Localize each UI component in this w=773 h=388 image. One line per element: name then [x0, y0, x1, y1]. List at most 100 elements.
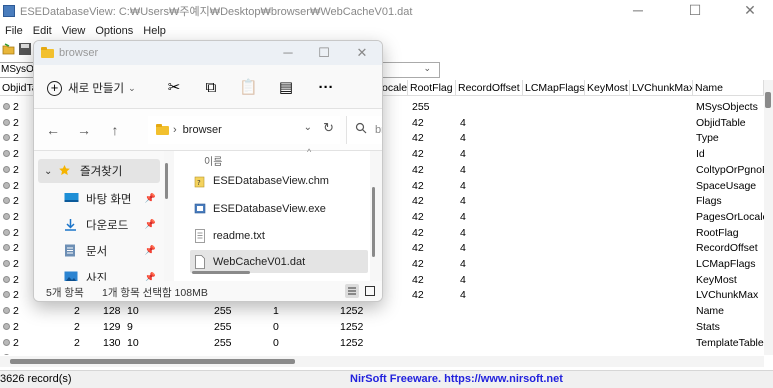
- maximize-button[interactable]: ☐: [672, 0, 718, 22]
- sidebar-item[interactable]: 문서 📌: [38, 239, 160, 263]
- cell-rootflag: 42: [412, 132, 424, 145]
- row-status-icon: [3, 260, 10, 267]
- file-name: ESEDatabaseView.exe: [213, 202, 326, 215]
- more-options-icon[interactable]: ···: [315, 79, 337, 97]
- copy-icon[interactable]: ⧉: [202, 79, 220, 97]
- cell-recordoffset: 4: [460, 132, 466, 145]
- cell-name: KeyMost: [696, 273, 737, 286]
- file-name: WebCacheV01.dat: [213, 255, 306, 268]
- vertical-scrollbar[interactable]: [764, 80, 773, 355]
- file-item[interactable]: WebCacheV01.dat: [190, 250, 368, 273]
- pin-icon[interactable]: 📌: [145, 219, 156, 230]
- explorer-tab[interactable]: browser: [34, 41, 294, 65]
- menu-edit[interactable]: Edit: [28, 23, 57, 39]
- document-icon: [64, 244, 82, 258]
- chevron-down-icon[interactable]: ⌄: [304, 122, 312, 133]
- search-placeholder: br: [375, 124, 382, 136]
- search-box[interactable]: br: [346, 116, 382, 144]
- nirsoft-link[interactable]: NirSoft Freeware. https://www.nirsoft.ne…: [350, 373, 563, 385]
- column-header[interactable]: ocale: [380, 80, 408, 96]
- close-button[interactable]: ✕: [727, 0, 773, 22]
- cell-objid: 2: [13, 132, 19, 145]
- cell-value: 1: [273, 305, 279, 318]
- cell-value: 1252: [340, 320, 364, 333]
- file-item[interactable]: readme.txt: [190, 224, 368, 247]
- save-icon[interactable]: [18, 42, 32, 56]
- row-status-icon: [3, 118, 10, 126]
- back-arrow-icon[interactable]: ←: [43, 121, 63, 139]
- cell-value: 129: [103, 320, 121, 333]
- column-header[interactable]: Name: [693, 80, 764, 96]
- explorer-title-bar: browser ─ ☐ ✕: [34, 41, 382, 65]
- row-status-icon: [3, 197, 10, 205]
- minimize-button[interactable]: ─: [615, 0, 661, 22]
- chevron-down-icon[interactable]: ⌄: [423, 63, 431, 74]
- sidebar-item[interactable]: ⌄ 즐겨찾기: [38, 159, 160, 183]
- column-header[interactable]: RecordOffset: [456, 80, 523, 96]
- cell-recordoffset: 4: [460, 148, 466, 161]
- address-bar[interactable]: › browser ⌄ ↻: [148, 116, 340, 144]
- menu-help[interactable]: Help: [138, 23, 171, 39]
- explorer-maximize-button[interactable]: ☐: [306, 43, 342, 63]
- cut-icon[interactable]: ✂: [165, 79, 183, 97]
- cell-recordoffset: 4: [460, 116, 466, 129]
- explorer-close-button[interactable]: ✕: [344, 43, 380, 63]
- menu-view[interactable]: View: [57, 23, 91, 39]
- file-list-horizontal-scrollbar[interactable]: [192, 271, 250, 274]
- details-view-icon[interactable]: [345, 284, 359, 298]
- sidebar-item[interactable]: 바탕 화면 📌: [38, 187, 160, 211]
- column-header[interactable]: RootFlag: [408, 80, 456, 96]
- row-status-icon: [3, 228, 10, 236]
- column-header[interactable]: LVChunkMax: [630, 80, 693, 96]
- star-icon: [58, 164, 76, 178]
- cell-value: 10: [127, 305, 139, 318]
- row-status-icon: [3, 181, 10, 189]
- cell-name: LCMapFlags: [696, 258, 756, 270]
- refresh-icon[interactable]: ↻: [323, 120, 334, 136]
- cell-objid: 2: [13, 336, 19, 349]
- cell-value: 10: [127, 336, 139, 349]
- vertical-scroll-thumb[interactable]: [765, 92, 771, 108]
- up-arrow-icon[interactable]: ↑: [105, 121, 125, 139]
- tiles-view-icon[interactable]: [363, 284, 377, 298]
- new-button[interactable]: + 새로 만들기 ⌄: [47, 77, 136, 99]
- column-header[interactable]: LCMapFlags: [523, 80, 585, 96]
- folder-icon: [156, 123, 169, 135]
- cell-value: 9: [127, 320, 133, 333]
- cell-value: 255: [214, 336, 232, 349]
- cell-rootflag: 42: [412, 116, 424, 129]
- column-header-name[interactable]: 이름: [204, 153, 222, 168]
- cell-rootflag: 42: [412, 289, 424, 302]
- forward-arrow-icon[interactable]: →: [74, 121, 94, 139]
- explorer-minimize-button[interactable]: ─: [270, 43, 306, 63]
- cell-name: RootFlag: [696, 226, 739, 239]
- paste-icon[interactable]: 📋: [239, 79, 258, 97]
- menu-file[interactable]: File: [0, 23, 28, 39]
- rename-icon[interactable]: ▤: [277, 79, 295, 97]
- file-list-vertical-scrollbar[interactable]: [372, 187, 375, 257]
- cell-value: 0: [273, 336, 279, 349]
- menu-options[interactable]: Options: [90, 23, 138, 39]
- window-title: ESEDatabaseView: C:₩Users₩주예지₩Desktop₩br…: [20, 6, 413, 18]
- cell-name: LVChunkMax: [696, 289, 759, 302]
- cell-name: ColtypOrPgnoF: [696, 163, 764, 176]
- menu-bar: File Edit View Options Help: [0, 23, 171, 39]
- file-name: ESEDatabaseView.chm: [213, 174, 329, 187]
- status-bar: 3626 record(s) NirSoft Freeware. https:/…: [0, 370, 773, 388]
- cell-value: 0: [273, 320, 279, 333]
- navigation-bar: ← → ↑ › browser ⌄ ↻ br: [34, 109, 382, 151]
- pin-icon[interactable]: 📌: [145, 245, 156, 256]
- open-folder-icon[interactable]: [2, 42, 16, 56]
- horizontal-scrollbar[interactable]: [0, 356, 764, 367]
- breadcrumb-browser[interactable]: browser: [183, 124, 222, 136]
- file-item[interactable]: ESEDatabaseView.exe: [190, 197, 368, 220]
- pin-icon[interactable]: 📌: [145, 193, 156, 204]
- horizontal-scroll-thumb[interactable]: [10, 359, 295, 364]
- file-item[interactable]: ? ESEDatabaseView.chm: [190, 169, 368, 192]
- column-header[interactable]: KeyMost: [585, 80, 630, 96]
- row-status-icon: [3, 165, 10, 173]
- cell-name: ObjidTable: [696, 116, 746, 129]
- sidebar-item[interactable]: 다운로드 📌: [38, 213, 160, 237]
- expand-chevron-icon[interactable]: ⌄: [44, 166, 58, 177]
- navigation-pane-scrollbar[interactable]: [165, 163, 168, 199]
